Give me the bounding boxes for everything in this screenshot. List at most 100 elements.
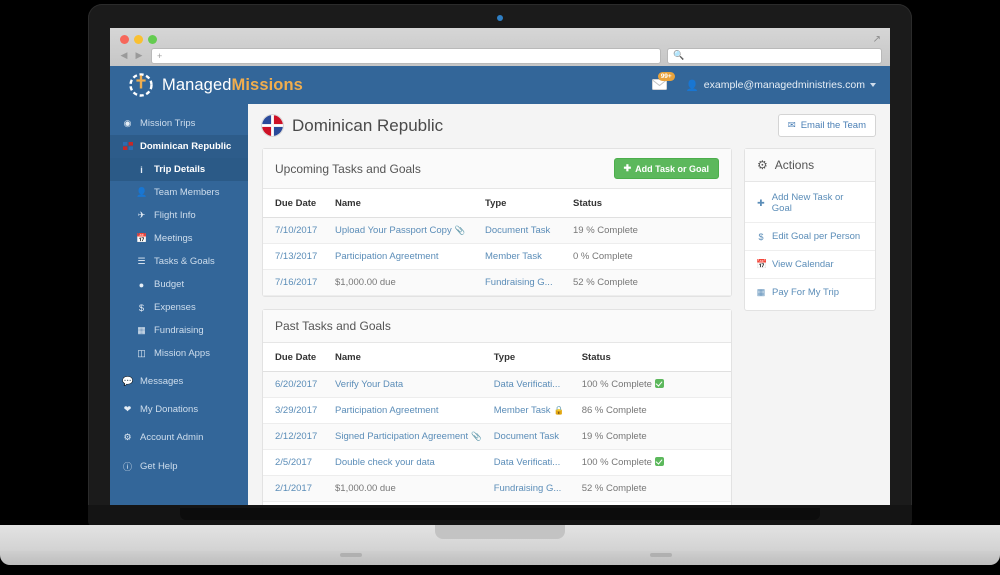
url-input[interactable]: + (151, 47, 661, 64)
sidebar-item-team-members[interactable]: 👤 Team Members (110, 181, 248, 204)
window-controls[interactable] (120, 35, 157, 44)
pie-chart-icon: ● (138, 279, 145, 290)
envelope-icon: ✉ (787, 120, 796, 131)
cell-name[interactable]: Double check your data (329, 449, 488, 476)
email-the-team-button[interactable]: ✉ Email the Team (777, 114, 876, 137)
forward-arrow-icon[interactable]: ▶ (133, 49, 145, 63)
sidebar-item-label: Mission Apps (154, 348, 210, 359)
calendar-icon: 📅 (136, 233, 148, 243)
sidebar-item-fundraising[interactable]: ▦ Fundraising (110, 319, 248, 342)
cell-type[interactable]: Data Verificati... (487, 449, 576, 476)
sidebar-item-budget[interactable]: ● Budget (110, 273, 248, 296)
cell-status: 100 % Complete (581, 379, 652, 390)
cell-type[interactable]: Member Task (494, 405, 551, 416)
upcoming-tasks-table: Due Date Name Type Status 7/10/2017 Uplo… (263, 189, 731, 296)
action-edit-goal-per-person[interactable]: $ Edit Goal per Person (745, 223, 875, 251)
dollar-icon: $ (758, 231, 764, 242)
action-add-new-task-or-goal[interactable]: ✚ Add New Task or Goal (745, 184, 875, 223)
cell-name[interactable]: Verify Your Data (329, 371, 488, 398)
cell-name[interactable]: $1,000.00 due (329, 269, 479, 296)
sidebar-item-messages[interactable]: 💬 Messages (110, 370, 248, 393)
cell-type[interactable]: Fundraising G... (487, 475, 576, 502)
actions-title-wrap: ⚙ Actions (757, 158, 814, 172)
cell-due-date: 7/16/2017 (263, 269, 329, 296)
table-row[interactable]: 2/1/2017 $1,000.00 due Fundraising G... … (263, 475, 731, 502)
sidebar-item-my-donations[interactable]: ❤ My Donations (110, 398, 248, 421)
past-panel-header: Past Tasks and Goals (263, 310, 731, 343)
cell-type[interactable]: Member Task (479, 243, 567, 270)
table-row[interactable]: 2/12/2017 Signed Participation Agreement… (263, 423, 731, 450)
back-arrow-icon[interactable]: ◀ (118, 49, 130, 63)
sidebar-item-label: Budget (154, 279, 185, 290)
plus-icon: ✚ (757, 197, 765, 208)
table-row[interactable]: 2/5/2017 Double check your data Data Ver… (263, 449, 731, 476)
cell-name[interactable]: Participation Agreetment (329, 243, 479, 270)
expand-icon[interactable]: ↗ (873, 34, 881, 45)
cell-status: 0 % Complete (567, 243, 731, 270)
table-row[interactable]: 7/10/2017 Upload Your Passport Copy 📎 Doc… (263, 217, 731, 244)
maximize-icon[interactable] (148, 35, 157, 44)
messages-button[interactable]: 99+ (651, 72, 675, 94)
cell-due-date: 2/1/2017 (263, 475, 329, 502)
base-foot-left (340, 553, 362, 557)
sidebar-item-label: Get Help (140, 461, 178, 472)
plus-icon: ✚ (623, 163, 632, 173)
table-row[interactable]: 7/16/2017 $1,000.00 due Fundraising G...… (263, 269, 731, 296)
cell-name[interactable]: Upload Your Passport Copy (335, 225, 452, 236)
table-row[interactable]: 6/20/2017 Verify Your Data Data Verifica… (263, 371, 731, 398)
cell-type[interactable]: Document Task (487, 423, 576, 450)
sidebar-item-meetings[interactable]: 📅 Meetings (110, 227, 248, 250)
column-header-type: Type (487, 343, 576, 372)
browser-nav-buttons[interactable]: ◀ ▶ (118, 49, 145, 63)
cell-name[interactable]: $1,000.00 due (329, 475, 488, 502)
brand-logo[interactable]: ManagedMissions (128, 72, 303, 98)
sidebar-item-expenses[interactable]: $ Expenses (110, 296, 248, 319)
action-pay-for-my-trip[interactable]: ▦ Pay For My Trip (745, 279, 875, 306)
brand-first: Managed (162, 75, 232, 94)
actions-panel: ⚙ Actions ✚ Add New Task or Goal $ Edit … (744, 148, 876, 311)
sidebar-item-label: Mission Trips (140, 118, 196, 129)
credit-card-icon: ▦ (137, 325, 146, 335)
table-row[interactable]: 7/13/2017 Participation Agreetment Membe… (263, 243, 731, 270)
user-email: example@managedministries.com (703, 79, 865, 91)
lock-icon: 🔒 (553, 405, 565, 415)
sidebar-item-tasks-goals[interactable]: ☰ Tasks & Goals (110, 250, 248, 273)
flag-icon (122, 141, 133, 152)
add-task-or-goal-button[interactable]: ✚ Add Task or Goal (613, 158, 719, 179)
page-title: Dominican Republic (292, 115, 444, 135)
page-title-wrap: Dominican Republic (262, 115, 443, 136)
cell-name[interactable]: Signed Participation Agreement (335, 431, 468, 442)
laptop-mockup: ↗ ◀ ▶ + 🔍 ManagedMissions 99+ 👤 example@… (0, 0, 1000, 575)
comment-icon: 💬 (122, 376, 134, 386)
search-input[interactable]: 🔍 (667, 47, 882, 64)
sidebar-item-get-help[interactable]: ⓘ Get Help (110, 454, 248, 479)
table-header-row: Due Date Name Type Status (263, 343, 731, 372)
cell-due-date: 3/29/2017 (263, 397, 329, 424)
column-header-name: Name (329, 189, 479, 218)
calendar-icon: 📅 (756, 259, 768, 269)
sidebar-item-mission-apps[interactable]: ◫ Mission Apps (110, 342, 248, 365)
cell-type[interactable]: Fundraising G... (479, 269, 567, 296)
sidebar-item-label: Flight Info (154, 210, 196, 221)
sidebar-item-dominican-republic[interactable]: Dominican Republic (110, 135, 248, 158)
sidebar-item-mission-trips[interactable]: ◉ Mission Trips (110, 112, 248, 135)
sidebar-item-label: Fundraising (154, 325, 204, 336)
cell-type[interactable]: Data Verificati... (487, 371, 576, 398)
action-view-calendar[interactable]: 📅 View Calendar (745, 251, 875, 279)
close-icon[interactable] (120, 35, 129, 44)
cell-type[interactable]: Document Task (479, 217, 567, 244)
column-header-due-date: Due Date (263, 343, 329, 372)
dominican-republic-flag-globe (262, 115, 283, 136)
minimize-icon[interactable] (134, 35, 143, 44)
user-menu[interactable]: 👤 example@managedministries.com (686, 79, 876, 92)
sidebar-item-account-admin[interactable]: ⚙ Account Admin (110, 426, 248, 449)
table-row[interactable]: 3/29/2017 Participation Agreetment Membe… (263, 397, 731, 424)
upcoming-panel-title: Upcoming Tasks and Goals (275, 161, 421, 176)
sidebar-item-flight-info[interactable]: ✈ Flight Info (110, 204, 248, 227)
cell-name[interactable]: Participation Agreetment (329, 397, 488, 424)
past-tasks-panel: Past Tasks and Goals Due Date Name Type (262, 309, 732, 512)
cell-status: 19 % Complete (575, 423, 731, 450)
sidebar-item-trip-details[interactable]: i Trip Details (110, 158, 248, 181)
actions-list: ✚ Add New Task or Goal $ Edit Goal per P… (745, 182, 875, 310)
column-header-due-date: Due Date (263, 189, 329, 218)
